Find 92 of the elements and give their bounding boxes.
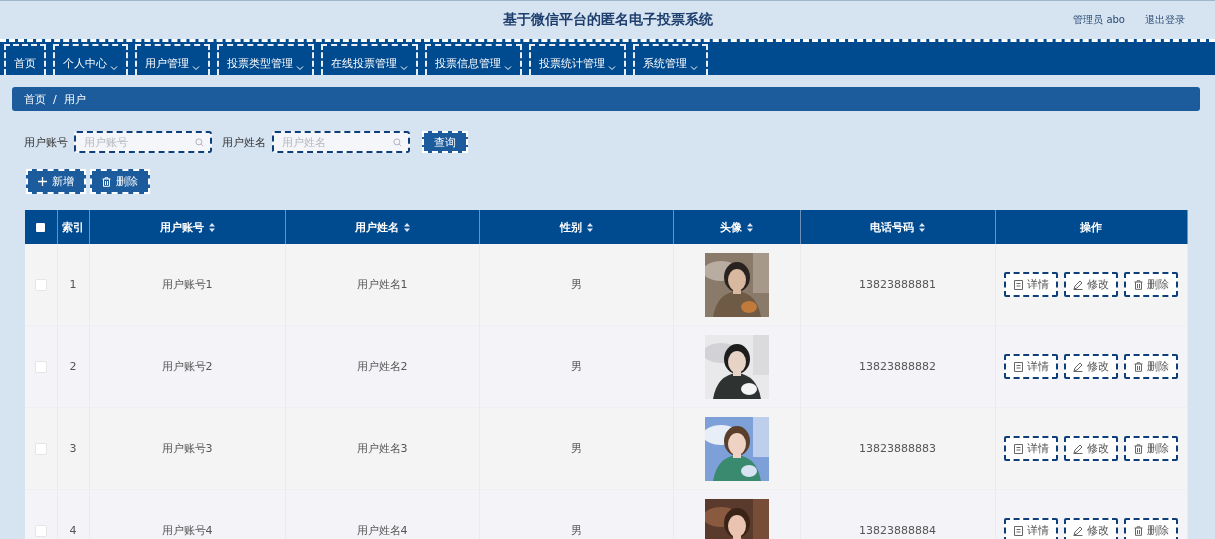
index-cell: 1 <box>69 278 77 291</box>
sort-icon <box>919 222 925 232</box>
name-cell: 用户姓名4 <box>356 524 408 537</box>
sort-icon <box>586 222 593 232</box>
column-header[interactable]: 电话号码 <box>870 219 914 235</box>
search-icon <box>195 138 204 147</box>
account-cell: 用户账号4 <box>161 524 213 537</box>
row-checkbox[interactable] <box>34 361 47 373</box>
trash-icon <box>1133 525 1143 536</box>
chevron-down-icon <box>192 65 200 71</box>
user-name: 管理员 abo <box>1073 13 1125 27</box>
name-cell: 用户姓名1 <box>356 278 408 291</box>
nav-item[interactable]: 个人中心 <box>53 44 128 75</box>
row-checkbox[interactable] <box>34 279 47 291</box>
chevron-down-icon <box>400 65 408 71</box>
phone-cell: 13823888881 <box>859 278 936 291</box>
name-cell: 用户姓名2 <box>356 360 408 373</box>
nav-item[interactable]: 系统管理 <box>633 44 708 75</box>
row-checkbox[interactable] <box>34 525 47 537</box>
edit-button[interactable]: 修改 <box>1064 272 1118 297</box>
breadcrumb-item: 用户 <box>63 91 86 107</box>
sort-icon <box>403 222 410 232</box>
chevron-down-icon <box>110 65 118 71</box>
field-label: 用户姓名 <box>222 134 266 150</box>
pencil-icon <box>1073 279 1083 290</box>
name-cell: 用户姓名3 <box>356 442 408 455</box>
column-header[interactable]: 性别 <box>559 219 582 235</box>
delete-button[interactable]: 删除 <box>1124 518 1178 539</box>
column-header: 操作 <box>1080 219 1102 235</box>
search-icon <box>393 138 402 147</box>
index-cell: 3 <box>69 442 77 455</box>
gender-cell: 男 <box>570 360 582 373</box>
trash-icon <box>102 176 111 187</box>
app-title: 基于微信平台的匿名电子投票系统 <box>502 11 713 29</box>
delete-button[interactable]: 删除 <box>1124 436 1178 461</box>
document-icon <box>1013 525 1023 536</box>
nav-item[interactable]: 投票类型管理 <box>217 44 314 75</box>
pencil-icon <box>1073 361 1083 372</box>
detail-button[interactable]: 详情 <box>1004 354 1058 379</box>
search-field[interactable]: 用户姓名 <box>272 131 410 153</box>
logout-link[interactable]: 退出登录 <box>1145 13 1185 27</box>
detail-button[interactable]: 详情 <box>1004 518 1058 539</box>
add-button[interactable]: 新增 <box>26 169 86 194</box>
detail-button[interactable]: 详情 <box>1004 436 1058 461</box>
delete-button[interactable]: 删除 <box>1124 354 1178 379</box>
trash-icon <box>1133 361 1143 372</box>
search-button[interactable]: 查询 <box>422 131 468 153</box>
trash-icon <box>1133 443 1143 454</box>
column-header[interactable]: 用户账号 <box>159 219 204 235</box>
breadcrumb-item[interactable]: 首页 <box>24 91 46 107</box>
nav-item[interactable]: 用户管理 <box>135 44 210 75</box>
sort-icon <box>208 222 215 232</box>
phone-cell: 13823888882 <box>859 360 936 373</box>
gender-cell: 男 <box>570 524 582 537</box>
edit-button[interactable]: 修改 <box>1064 436 1118 461</box>
sort-icon <box>747 222 753 232</box>
plus-icon <box>38 177 47 186</box>
chevron-down-icon <box>608 65 616 71</box>
account-cell: 用户账号1 <box>161 278 213 291</box>
document-icon <box>1013 443 1023 454</box>
edit-button[interactable]: 修改 <box>1064 354 1118 379</box>
select-all-checkbox[interactable] <box>36 223 46 232</box>
nav-item[interactable]: 首页 <box>4 44 46 75</box>
edit-button[interactable]: 修改 <box>1064 518 1118 539</box>
breadcrumb-separator: / <box>53 92 57 106</box>
gender-cell: 男 <box>570 442 582 455</box>
nav-item[interactable]: 投票信息管理 <box>425 44 522 75</box>
phone-cell: 13823888883 <box>859 442 936 455</box>
delete-button[interactable]: 删除 <box>1124 272 1178 297</box>
chevron-down-icon <box>690 65 698 71</box>
index-cell: 4 <box>69 524 77 537</box>
chevron-down-icon <box>504 65 512 71</box>
document-icon <box>1013 279 1023 290</box>
account-cell: 用户账号2 <box>161 360 213 373</box>
delete-button[interactable]: 删除 <box>90 169 150 194</box>
nav-item[interactable]: 投票统计管理 <box>529 44 626 75</box>
field-label: 用户账号 <box>24 134 68 150</box>
column-header: 索引 <box>62 219 84 235</box>
pencil-icon <box>1073 443 1083 454</box>
pencil-icon <box>1073 525 1083 536</box>
row-checkbox[interactable] <box>34 443 47 455</box>
phone-cell: 13823888884 <box>859 524 936 537</box>
gender-cell: 男 <box>570 278 582 291</box>
detail-button[interactable]: 详情 <box>1004 272 1058 297</box>
nav-item[interactable]: 在线投票管理 <box>321 44 418 75</box>
column-header[interactable]: 用户姓名 <box>354 219 399 235</box>
index-cell: 2 <box>69 360 77 373</box>
trash-icon <box>1133 279 1143 290</box>
column-header[interactable]: 头像 <box>720 219 742 235</box>
document-icon <box>1013 361 1023 372</box>
account-cell: 用户账号3 <box>161 442 213 455</box>
chevron-down-icon <box>296 65 304 71</box>
